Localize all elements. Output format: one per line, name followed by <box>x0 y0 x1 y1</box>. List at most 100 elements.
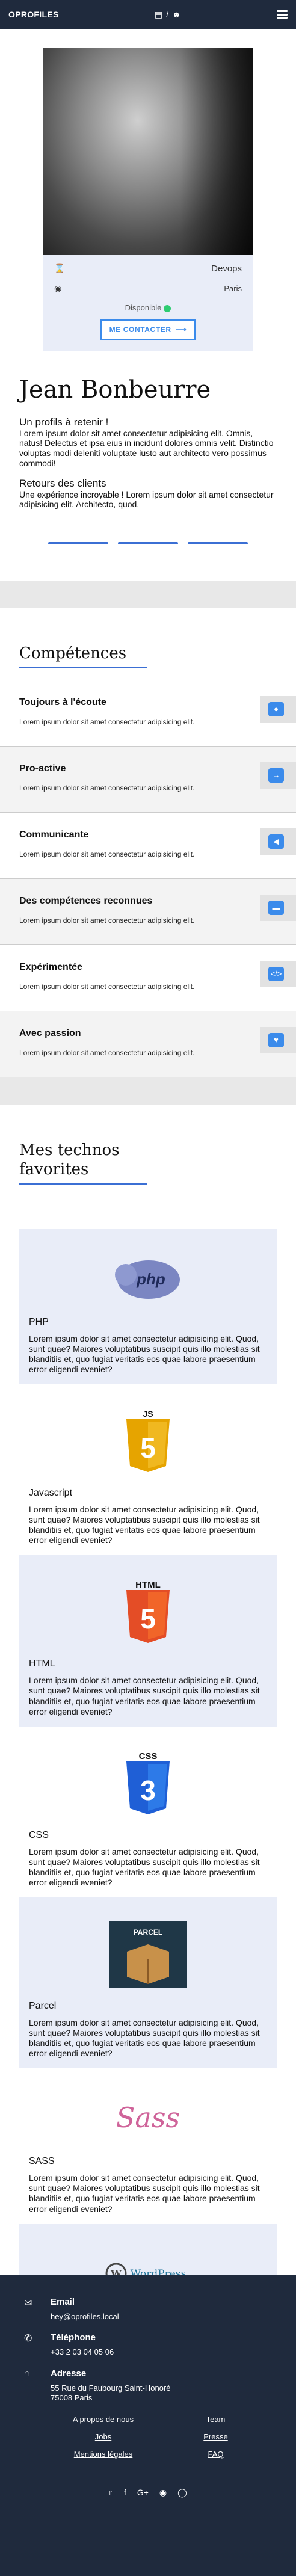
id-card-icon[interactable]: ▤ <box>155 10 162 20</box>
code-icon: </> <box>268 967 284 982</box>
footer-link-team[interactable]: Team <box>159 2415 272 2424</box>
techno-card: HTML 5 HTML Lorem ipsum dolor sit amet cons… <box>19 1555 277 1727</box>
github-icon[interactable]: ◯ <box>177 2488 187 2498</box>
google-plus-icon[interactable]: G+ <box>137 2488 149 2498</box>
logo-text: Sass <box>116 2101 180 2134</box>
competence-title: Des compétences reconnues <box>19 896 153 907</box>
competence-item: Des compétences reconnues Lorem ipsum dol… <box>0 879 296 946</box>
techno-text: Lorem ipsum dolor sit amet consectetur a… <box>29 2173 260 2214</box>
html5-shield-logo: HTML 5 <box>29 1579 267 1645</box>
twitter-icon[interactable]: 𝕣 <box>109 2488 113 2498</box>
logo-text: php <box>136 1270 165 1288</box>
competence-text: Lorem ipsum dolor sit amet consectetur a… <box>19 982 195 991</box>
user-icon: ● <box>268 702 284 717</box>
techno-card: php PHP Lorem ipsum dolor sit amet consect… <box>19 1228 277 1385</box>
city-row: ◉ Paris <box>54 283 242 294</box>
available-dot-icon <box>164 304 171 312</box>
profile-name: Jean Bonbeurre <box>19 376 211 404</box>
svg-text:5: 5 <box>140 1432 156 1464</box>
competence-text: Lorem ipsum dolor sit amet consectetur a… <box>19 718 195 727</box>
competence-title: Pro-active <box>19 763 66 774</box>
footer-link-press[interactable]: Presse <box>159 2432 272 2441</box>
reviews-title: Retours des clients <box>19 477 106 489</box>
email-value[interactable]: hey@oprofiles.local <box>51 2312 119 2322</box>
competence-text: Lorem ipsum dolor sit amet consectetur a… <box>19 784 195 793</box>
slider-dot[interactable] <box>188 542 248 545</box>
footer: ✉ Email hey@oprofiles.local ✆ Téléphone … <box>0 2275 296 2576</box>
techno-name: CSS <box>29 1829 49 1840</box>
footer-phone: ✆ Téléphone +33 2 03 04 05 06 <box>24 2332 272 2357</box>
competences-list: Toujours à l'écoute Lorem ipsum dolor sit… <box>0 668 296 1078</box>
techno-text: Lorem ipsum dolor sit amet consectetur a… <box>29 2017 260 2059</box>
slider-dot[interactable] <box>118 542 178 545</box>
profile-intro: Jean Bonbeurre Un profils à retenir ! Lo… <box>0 351 296 510</box>
techno-card: CSS 3 CSS Lorem ipsum dolor sit amet consec… <box>19 1727 277 1897</box>
reviews-text: Une expérience incroyable ! Lorem ipsum … <box>19 489 274 510</box>
competence-title: Toujours à l'écoute <box>19 697 106 708</box>
techno-card: JS 5 Javascript Lorem ipsum dolor sit amet … <box>19 1384 277 1555</box>
competence-badge: → <box>260 762 296 789</box>
technos-list: php PHP Lorem ipsum dolor sit amet consect… <box>0 1185 296 2379</box>
competence-badge: </> <box>260 961 296 988</box>
envelope-icon: ✉ <box>24 2298 32 2308</box>
menu-icon[interactable] <box>277 10 288 19</box>
svg-text:3: 3 <box>140 1775 156 1806</box>
techno-name: Parcel <box>29 2000 57 2011</box>
competence-item: Expérimentée Lorem ipsum dolor sit amet c… <box>0 945 296 1012</box>
logo-text: HTML <box>135 1580 161 1590</box>
competence-badge: ▬ <box>260 895 296 922</box>
competence-title: Communicante <box>19 830 89 840</box>
js-shield-logo: JS 5 <box>29 1408 267 1474</box>
technos-title-line1: Mes technos <box>19 1141 120 1160</box>
techno-name: SASS <box>29 2156 55 2167</box>
techno-text: Lorem ipsum dolor sit amet consectetur a… <box>29 1333 260 1374</box>
techno-card: Sass SASS Lorem ipsum dolor sit amet conse… <box>19 2068 277 2223</box>
footer-email: ✉ Email hey@oprofiles.local <box>24 2297 272 2322</box>
switch-separator: / <box>166 10 168 19</box>
svg-text:5: 5 <box>140 1603 156 1635</box>
sass-logo: Sass <box>29 2092 267 2143</box>
competence-title: Expérimentée <box>19 962 82 973</box>
footer-link-about[interactable]: A propos de nous <box>47 2415 159 2424</box>
availability-status: Disponible <box>54 303 242 312</box>
section-separator <box>0 581 296 609</box>
location-pin-icon: ◉ <box>54 283 62 293</box>
competence-text: Lorem ipsum dolor sit amet consectetur a… <box>19 916 195 925</box>
facebook-icon[interactable]: f <box>124 2488 126 2498</box>
footer-link-legal[interactable]: Mentions légales <box>47 2450 159 2459</box>
profile-photo <box>43 48 253 255</box>
role-value: Devops <box>211 263 242 274</box>
technos-title: Mes technos favorites <box>0 1141 296 1179</box>
social-links: 𝕣 f G+ ◉ ◯ <box>24 2488 272 2498</box>
address-line2: 75008 Paris <box>51 2393 93 2402</box>
competence-item: Toujours à l'écoute Lorem ipsum dolor sit… <box>0 680 296 747</box>
footer-link-faq[interactable]: FAQ <box>159 2450 272 2459</box>
role-row: ⌛ Devops <box>54 263 242 274</box>
footer-links: A propos de nous Team Jobs Presse Mentio… <box>24 2415 272 2459</box>
contact-button[interactable]: ME CONTACTER ⟶ <box>100 319 196 340</box>
competence-text: Lorem ipsum dolor sit amet consectetur a… <box>19 1049 195 1058</box>
users-icon[interactable]: ☻ <box>172 10 181 19</box>
css3-shield-logo: CSS 3 <box>29 1751 267 1817</box>
phone-value[interactable]: +33 2 03 04 05 06 <box>51 2347 114 2357</box>
competence-badge: ● <box>260 696 296 723</box>
view-switch: ▤ / ☻ <box>155 10 181 20</box>
brand-logo[interactable]: OPROFILES <box>8 10 59 19</box>
techno-text: Lorem ipsum dolor sit amet consectetur a… <box>29 1505 260 1545</box>
phone-icon: ✆ <box>24 2334 32 2344</box>
heart-icon: ♥ <box>268 1033 284 1048</box>
profile-hero: ⌛ Devops ◉ Paris Disponible ME CONTACTER… <box>0 29 296 351</box>
slider-dot[interactable] <box>48 542 108 545</box>
competence-title: Avec passion <box>19 1028 81 1039</box>
footer-link-jobs[interactable]: Jobs <box>47 2432 159 2441</box>
techno-name: PHP <box>29 1316 49 1327</box>
address-line1: 55 Rue du Faubourg Saint-Honoré <box>51 2383 171 2393</box>
techno-card: PARCEL Parcel Lorem ipsum dolor sit amet c… <box>19 1897 277 2069</box>
competences-title: Compétences <box>19 644 127 663</box>
phone-label: Téléphone <box>51 2332 96 2343</box>
review-slider-dots <box>0 510 296 545</box>
id-card-icon: ▬ <box>268 901 284 916</box>
parcel-box-logo: PARCEL <box>29 1921 267 1988</box>
instagram-icon[interactable]: ◉ <box>159 2488 167 2498</box>
competence-badge: ◀ <box>260 828 296 855</box>
